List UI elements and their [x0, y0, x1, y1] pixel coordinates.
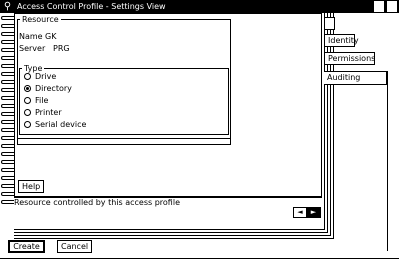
spiral-ring: [1, 176, 14, 180]
name-value: GK: [45, 32, 57, 41]
radio-button[interactable]: [24, 121, 31, 128]
spiral-ring: [1, 120, 14, 124]
spiral-ring: [1, 40, 14, 44]
page-navigator: ◄ ►: [293, 207, 321, 218]
spiral-ring: [1, 200, 14, 204]
spiral-ring: [1, 192, 14, 196]
spiral-ring: [1, 112, 14, 116]
window-divider: [0, 258, 399, 259]
tab-identity[interactable]: Identity: [324, 34, 359, 47]
page-forward-icon[interactable]: ►: [307, 208, 320, 217]
spiral-ring: [1, 32, 14, 36]
minimize-button[interactable]: [374, 1, 384, 12]
spiral-ring: [1, 128, 14, 132]
help-button[interactable]: Help: [18, 180, 44, 193]
notebook-spiral: [0, 13, 14, 211]
window-title: Access Control Profile - Settings View: [17, 2, 166, 11]
tab-blank[interactable]: [324, 17, 335, 30]
radio-button-selected[interactable]: [24, 85, 31, 92]
cancel-button[interactable]: Cancel: [57, 240, 92, 253]
type-option-directory[interactable]: Directory: [24, 84, 72, 94]
spiral-ring: [1, 144, 14, 148]
title-bar: ⚲ Access Control Profile - Settings View: [0, 0, 399, 13]
spiral-ring: [1, 64, 14, 68]
radio-button[interactable]: [24, 73, 31, 80]
spiral-ring: [1, 72, 14, 76]
spiral-ring: [1, 56, 14, 60]
radio-button[interactable]: [24, 109, 31, 116]
spiral-ring: [1, 136, 14, 140]
type-option-label: Serial device: [35, 120, 87, 129]
server-value: PRG: [53, 44, 70, 53]
radio-button[interactable]: [24, 97, 31, 104]
tab-auditing[interactable]: Auditing: [324, 71, 387, 85]
server-label: Server: [19, 44, 46, 53]
spiral-ring: [1, 24, 14, 28]
name-label: Name: [19, 32, 43, 41]
page-back-icon[interactable]: ◄: [294, 208, 307, 217]
spiral-ring: [1, 104, 14, 108]
type-option-printer[interactable]: Printer: [24, 108, 62, 118]
group-separator: [17, 138, 231, 139]
spiral-ring: [1, 48, 14, 52]
spiral-ring: [1, 16, 14, 20]
spiral-ring: [1, 168, 14, 172]
tab-divider: [387, 71, 388, 251]
type-option-file[interactable]: File: [24, 96, 48, 106]
spiral-ring: [1, 96, 14, 100]
spiral-ring: [1, 88, 14, 92]
type-option-drive[interactable]: Drive: [24, 72, 56, 82]
maximize-button[interactable]: [387, 1, 397, 12]
type-option-label: Directory: [35, 84, 72, 93]
spiral-ring: [1, 160, 14, 164]
spiral-ring: [1, 80, 14, 84]
type-option-label: Drive: [35, 72, 57, 81]
resource-legend: Resource: [22, 15, 59, 24]
status-text: Resource controlled by this access profi…: [14, 198, 180, 207]
type-option-serial-device[interactable]: Serial device: [24, 120, 86, 130]
spiral-ring: [1, 152, 14, 156]
tab-permissions[interactable]: Permissions: [324, 52, 375, 65]
spiral-ring: [1, 184, 14, 188]
create-button[interactable]: Create: [8, 240, 45, 253]
type-option-label: Printer: [35, 108, 62, 117]
type-option-label: File: [35, 96, 49, 105]
notebook-tabs: Identity Permissions Auditing: [324, 13, 399, 251]
lock-icon[interactable]: ⚲: [2, 0, 13, 13]
